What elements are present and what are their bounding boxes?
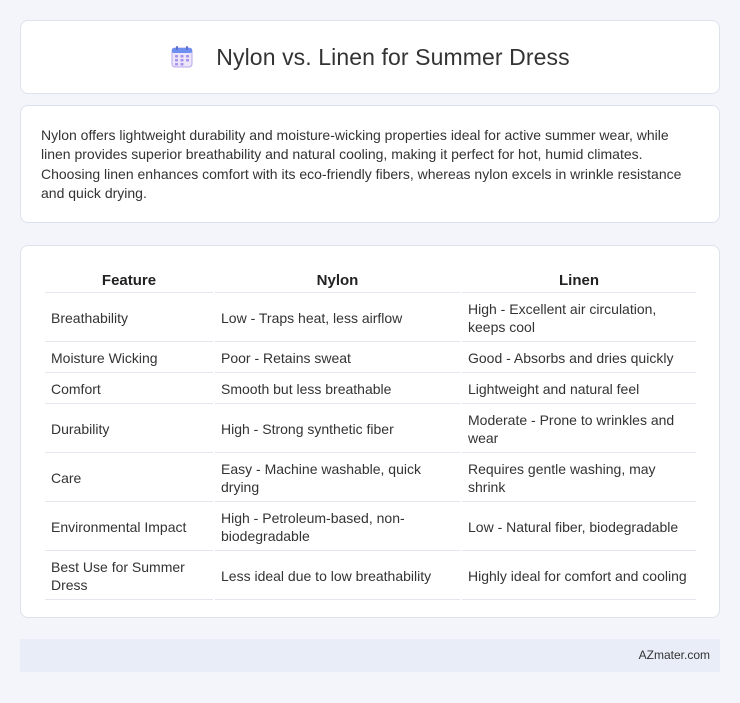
cell-linen: Low - Natural fiber, biodegradable <box>462 504 696 551</box>
title-wrap: Nylon vs. Linen for Summer Dress <box>170 43 570 71</box>
table-card: Feature Nylon Linen Breathability Low - … <box>20 245 720 618</box>
cell-linen: High - Excellent air circulation, keeps … <box>462 295 696 342</box>
table-row: Comfort Smooth but less breathable Light… <box>45 375 696 404</box>
summary-text: Nylon offers lightweight durability and … <box>41 127 682 201</box>
cell-feature: Moisture Wicking <box>45 344 213 373</box>
cell-nylon: Easy - Machine washable, quick drying <box>215 455 460 502</box>
header-card: Nylon vs. Linen for Summer Dress <box>20 20 720 94</box>
cell-feature: Care <box>45 455 213 502</box>
cell-linen: Moderate - Prone to wrinkles and wear <box>462 406 696 453</box>
cell-nylon: Low - Traps heat, less airflow <box>215 295 460 342</box>
table-row: Durability High - Strong synthetic fiber… <box>45 406 696 453</box>
calendar-icon <box>171 46 193 68</box>
cell-nylon: High - Strong synthetic fiber <box>215 406 460 453</box>
table-row: Care Easy - Machine washable, quick dryi… <box>45 455 696 502</box>
cell-nylon: High - Petroleum-based, non-biodegradabl… <box>215 504 460 551</box>
footer-site-link[interactable]: AZmater.com <box>639 648 710 662</box>
page-title: Nylon vs. Linen for Summer Dress <box>216 43 570 70</box>
cell-feature: Comfort <box>45 375 213 404</box>
cell-linen: Lightweight and natural feel <box>462 375 696 404</box>
cell-linen: Good - Absorbs and dries quickly <box>462 344 696 373</box>
footer: AZmater.com <box>20 639 720 672</box>
table-row: Moisture Wicking Poor - Retains sweat Go… <box>45 344 696 373</box>
cell-nylon: Poor - Retains sweat <box>215 344 460 373</box>
cell-nylon: Less ideal due to low breathability <box>215 553 460 600</box>
cell-nylon: Smooth but less breathable <box>215 375 460 404</box>
cell-feature: Environmental Impact <box>45 504 213 551</box>
header-linen: Linen <box>462 268 696 293</box>
table-row: Best Use for Summer Dress Less ideal due… <box>45 553 696 600</box>
table-header-row: Feature Nylon Linen <box>45 268 696 293</box>
header-feature: Feature <box>45 268 213 293</box>
cell-feature: Durability <box>45 406 213 453</box>
cell-feature: Best Use for Summer Dress <box>45 553 213 600</box>
comparison-table: Feature Nylon Linen Breathability Low - … <box>43 266 698 602</box>
cell-linen: Highly ideal for comfort and cooling <box>462 553 696 600</box>
summary-card: Nylon offers lightweight durability and … <box>20 105 720 223</box>
table-row: Breathability Low - Traps heat, less air… <box>45 295 696 342</box>
cell-linen: Requires gentle washing, may shrink <box>462 455 696 502</box>
table-row: Environmental Impact High - Petroleum-ba… <box>45 504 696 551</box>
cell-feature: Breathability <box>45 295 213 342</box>
header-nylon: Nylon <box>215 268 460 293</box>
